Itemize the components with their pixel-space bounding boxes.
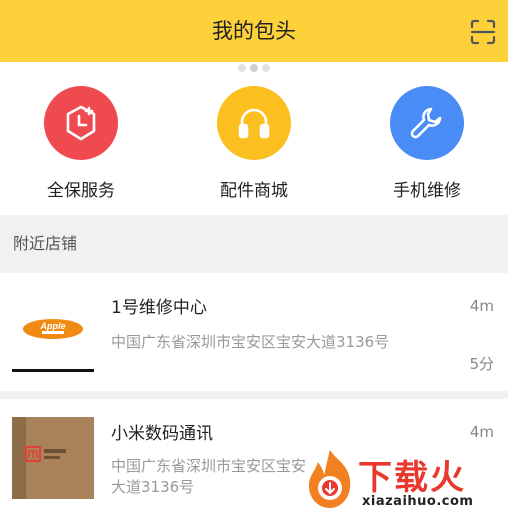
scan-icon[interactable] [469,18,497,46]
page-title: 我的包头 [212,19,296,43]
carousel-dot[interactable] [238,64,246,72]
store-distance: 4m [469,423,494,441]
carousel-dot[interactable] [262,64,270,72]
service-repair-label: 手机维修 [393,181,461,201]
watermark-brand: 下载火 [358,458,466,498]
watermark-url: xiazaihuo.com [362,494,474,509]
store-name: 小米数码通讯 [111,424,213,444]
store-card[interactable]: Apple 1号维修中心 4m 中国广东省深圳市宝安区宝安大道3136号 5分 [0,273,508,391]
headphones-icon [217,86,291,160]
store-time: 5分 [469,355,494,373]
wrench-icon [390,86,464,160]
store-logo: Apple [12,291,94,373]
store-distance: 4m [469,297,494,315]
service-warranty[interactable]: 全保服务 [11,86,151,206]
store-logo-text: Apple [39,321,65,331]
carousel-indicator [0,57,508,72]
store-logo [12,417,94,499]
carousel-dot-active[interactable] [250,64,258,72]
divider [0,391,508,399]
service-parts-mall[interactable]: 配件商城 [184,86,324,206]
store-name: 1号维修中心 [111,298,207,318]
flame-logo-icon [300,448,360,512]
nearby-section-header: 附近店铺 [0,215,508,273]
app-header: 我的包头 [0,0,508,62]
watermark: 下载火 xiazaihuo.com [300,444,508,515]
store-address: 中国广东省深圳市宝安区宝安大道3136号 [111,333,390,351]
shield-clock-icon [44,86,118,160]
service-parts-label: 配件商城 [220,181,288,201]
service-phone-repair[interactable]: 手机维修 [357,86,497,206]
service-shortcuts: 全保服务 配件商城 手机维修 [0,86,508,206]
store-address: 中国广东省深圳市宝安区宝安大道3136号 [111,457,307,496]
section-title: 附近店铺 [13,234,78,253]
service-warranty-label: 全保服务 [47,181,115,201]
